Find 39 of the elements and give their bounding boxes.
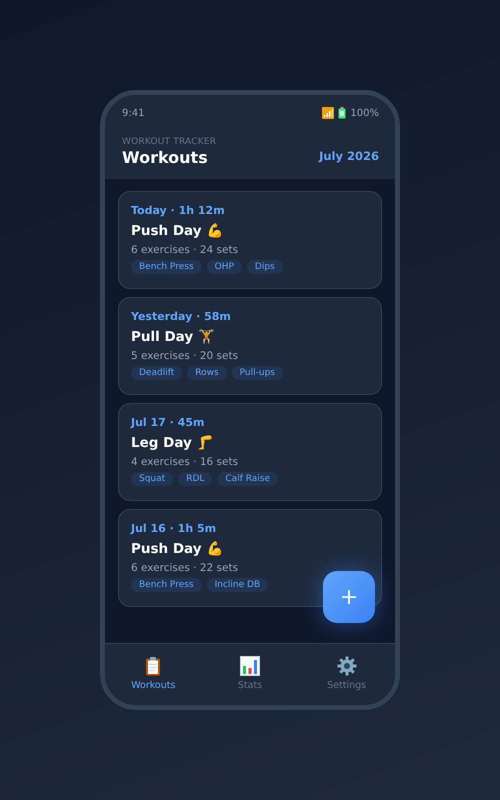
workout-title: Pull Day 🏋 [131, 328, 216, 345]
bar-chart-icon [240, 656, 260, 676]
workout-summary: 5 exercises · 20 sets [131, 350, 240, 362]
add-workout-button[interactable]: + [323, 571, 375, 623]
exercise-tag: Dips [246, 260, 283, 274]
battery-level: 100% [350, 108, 379, 118]
status-time: 9:41 [122, 108, 144, 118]
battery-icon [338, 107, 346, 119]
exercise-tag: OHP [206, 260, 242, 274]
exercise-tag: Incline DB [206, 578, 268, 592]
workout-meta: Today · 1h 12m [131, 204, 226, 217]
workout-meta: Jul 17 · 45m [131, 416, 206, 429]
exercise-tag: Squat [131, 472, 174, 486]
month-label[interactable]: July 2026 [319, 149, 379, 163]
settings-icon [336, 656, 357, 676]
workout-title: Leg Day 🦵 [131, 434, 215, 451]
exercise-tag: Bench Press [131, 260, 202, 274]
workout-summary: 6 exercises · 22 sets [131, 562, 240, 574]
workout-title: Push Day 💪 [131, 540, 224, 557]
nav-tab[interactable]: Stats [210, 656, 290, 705]
workout-meta: Jul 16 · 1h 5m [131, 522, 218, 535]
nav-tab[interactable]: Workouts [113, 656, 194, 705]
workout-summary: 6 exercises · 24 sets [131, 244, 240, 256]
workout-card[interactable]: Today · 1h 12m Push Day 💪 6 exercises · 24 sets Bench Press OHP Dips [118, 191, 382, 289]
workout-title: Push Day 💪 [131, 222, 224, 239]
page-title: Workouts [122, 148, 209, 167]
exercise-tag: Rows [187, 366, 227, 380]
workout-summary: 4 exercises · 16 sets [131, 456, 240, 468]
workout-meta: Yesterday · 58m [131, 310, 232, 323]
exercise-tag: Pull-ups [232, 366, 283, 380]
signal-icon [322, 107, 334, 119]
workout-card[interactable]: Yesterday · 58m Pull Day 🏋 5 exercises · 20 sets Deadlift Rows Pull-ups [118, 297, 382, 395]
exercise-tag: Calf Raise [217, 472, 278, 486]
nav-tab[interactable]: Settings [306, 656, 387, 705]
exercise-tag: RDL [178, 472, 212, 486]
app-subtitle: WORKOUT TRACKER [122, 137, 216, 147]
exercise-tag: Bench Press [131, 578, 202, 592]
workout-card[interactable]: Jul 17 · 45m Leg Day 🦵 4 exercises · 16 sets Squat RDL Calf Raise [118, 403, 382, 501]
exercise-tag: Deadlift [131, 366, 182, 380]
